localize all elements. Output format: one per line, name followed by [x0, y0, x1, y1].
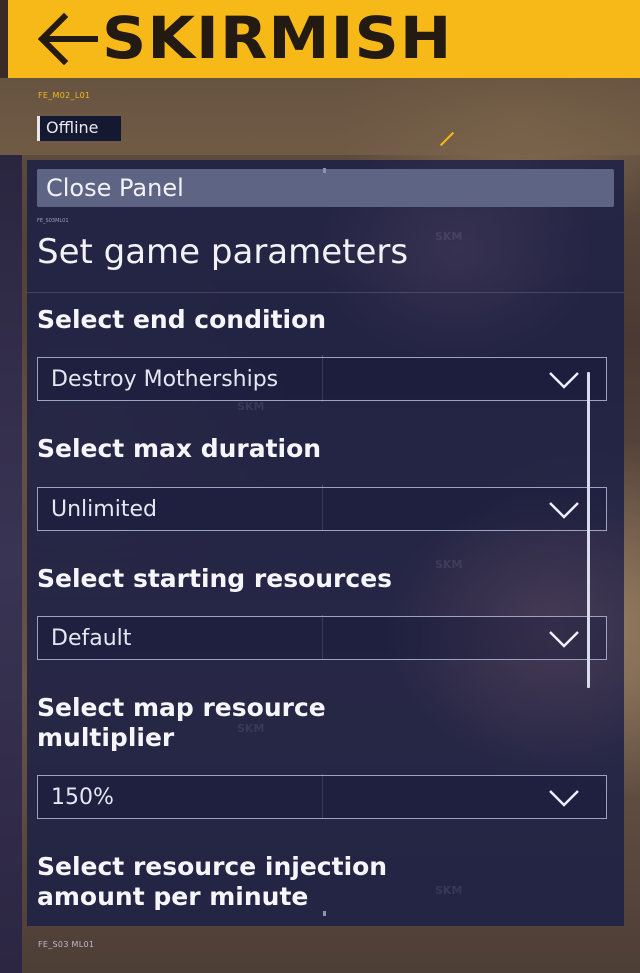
panel-scrollbar[interactable]	[587, 372, 590, 688]
watermark: SKM	[435, 558, 463, 571]
resource-injection-label: Select resource injection amount per min…	[37, 852, 388, 911]
dropdown-value: Default	[51, 626, 132, 651]
starting-resources-dropdown[interactable]: Default	[37, 616, 607, 660]
page-title: SKIRMISH	[102, 4, 453, 72]
watermark: SKM	[435, 884, 463, 897]
footer-code: FE_S03 ML01	[38, 940, 95, 949]
panel-title: Set game parameters	[37, 232, 409, 272]
chevron-down-icon	[549, 631, 579, 648]
status-badge: Offline	[37, 116, 121, 141]
title-bar: SKIRMISH	[0, 0, 640, 78]
close-panel-button[interactable]: Close Panel	[37, 169, 614, 207]
watermark: SKM	[237, 400, 265, 413]
arrow-left-icon[interactable]	[36, 13, 100, 65]
watermark: SKM	[435, 230, 463, 243]
map-resource-multiplier-dropdown[interactable]: 150%	[37, 775, 607, 819]
dropdown-value: Destroy Motherships	[51, 367, 279, 392]
dropdown-value: Unlimited	[51, 497, 157, 522]
dropdown-value: 150%	[51, 785, 114, 810]
chevron-down-icon	[549, 502, 579, 519]
end-condition-dropdown[interactable]: Destroy Motherships	[37, 357, 607, 401]
title-divider	[27, 292, 624, 293]
map-resource-multiplier-label: Select map resource multiplier	[37, 693, 326, 752]
header-edge	[0, 0, 8, 78]
starting-resources-label: Select starting resources	[37, 564, 393, 593]
panel-code: FE_S03ML01	[37, 218, 69, 224]
left-edge-strip	[0, 155, 22, 973]
chevron-down-icon	[549, 790, 579, 807]
chevron-down-icon	[549, 372, 579, 389]
parameters-panel: Close Panel FE_S03ML01 Set game paramete…	[27, 160, 624, 926]
end-condition-label: Select end condition	[37, 305, 327, 334]
grid-tick	[323, 168, 326, 173]
max-duration-label: Select max duration	[37, 434, 322, 463]
screen-code: FE_M02_L01	[38, 91, 91, 100]
max-duration-dropdown[interactable]: Unlimited	[37, 487, 607, 531]
